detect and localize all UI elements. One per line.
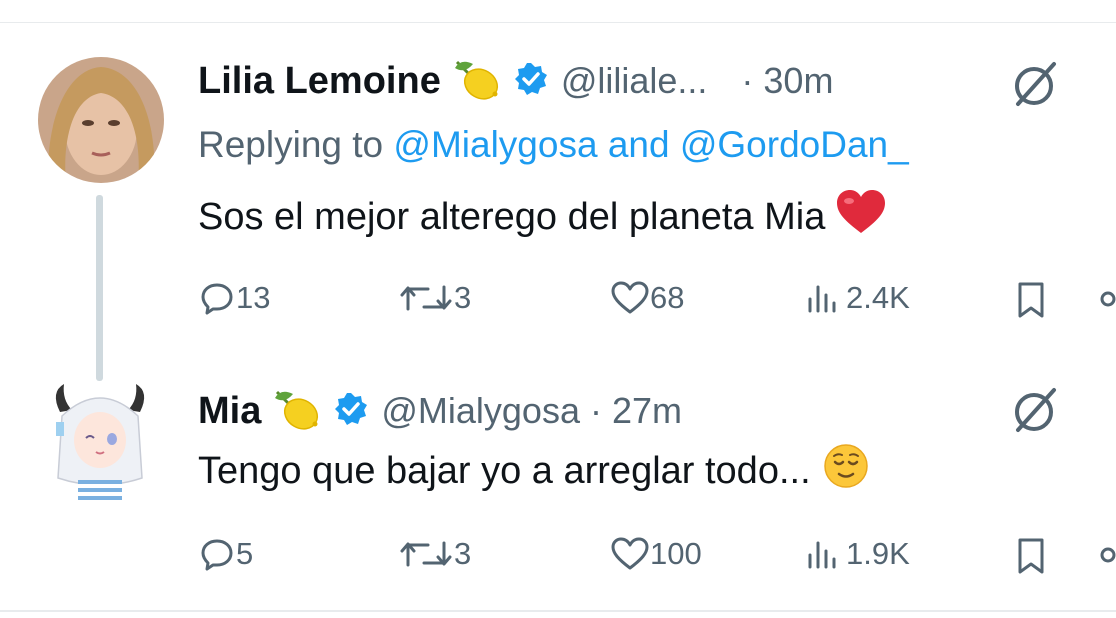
repost-icon [398, 537, 454, 571]
relieved-face-emoji-icon [823, 443, 869, 499]
author-name[interactable]: Lilia Lemoine [198, 60, 441, 103]
grok-icon[interactable] [1010, 58, 1062, 115]
reply-icon [200, 281, 234, 315]
replying-to-label: Replying to [198, 124, 384, 165]
timestamp[interactable]: · 27m [590, 390, 682, 432]
views-button[interactable]: 1.9K [806, 536, 910, 572]
tweet-body: Sos el mejor alterego del planeta Mia [198, 195, 826, 238]
bookmark-icon [1014, 280, 1048, 320]
share-icon [1094, 540, 1116, 570]
replying-to: Replying to @Mialygosa and @GordoDan_ [198, 122, 909, 168]
avatar[interactable] [38, 57, 164, 183]
reply-count: 5 [236, 536, 254, 571]
timestamp[interactable]: · 30m [741, 60, 833, 102]
author-handle[interactable]: @Mialygosa [381, 390, 580, 432]
views-button[interactable]: 2.4K [806, 280, 910, 316]
like-count: 100 [650, 536, 702, 571]
author-handle[interactable]: @liliale... [561, 60, 708, 102]
repost-count: 3 [454, 536, 472, 571]
bookmark-icon [1014, 536, 1048, 576]
share-icon [1094, 284, 1116, 314]
bottom-divider [0, 610, 1116, 612]
reply-button[interactable]: 5 [200, 536, 253, 572]
verified-badge-icon [333, 391, 369, 432]
view-count: 1.9K [846, 536, 910, 571]
tweet-body: Tengo que bajar yo a arreglar todo... [198, 449, 811, 492]
repost-button[interactable]: 3 [398, 536, 471, 572]
reply-button[interactable]: 13 [200, 280, 270, 316]
mention-link[interactable]: @GordoDan_ [680, 124, 909, 166]
lemon-emoji-icon [451, 54, 501, 109]
like-count: 68 [650, 280, 685, 315]
replying-and: and [607, 124, 670, 165]
tweet-header: Mia @Mialygosa · 27m [198, 386, 682, 436]
reply-icon [200, 537, 234, 571]
share-button[interactable] [1094, 284, 1116, 314]
top-divider [0, 22, 1116, 23]
tweet-text: Sos el mejor alterego del planeta Mia [198, 189, 887, 245]
view-count: 2.4K [846, 280, 910, 315]
verified-badge-icon [513, 61, 549, 102]
heart-emoji-icon [835, 189, 887, 245]
avatar[interactable] [42, 382, 158, 508]
mention-link[interactable]: @Mialygosa [393, 124, 597, 166]
repost-count: 3 [454, 280, 472, 315]
grok-icon[interactable] [1010, 384, 1062, 441]
like-button[interactable]: 68 [610, 280, 684, 316]
analytics-icon [806, 281, 846, 315]
thread-connector [96, 195, 103, 381]
repost-button[interactable]: 3 [398, 280, 471, 316]
tweet-text: Tengo que bajar yo a arreglar todo... [198, 443, 869, 499]
heart-icon [610, 537, 650, 571]
author-name[interactable]: Mia [198, 390, 261, 433]
bookmark-button[interactable] [1014, 280, 1048, 320]
repost-icon [398, 281, 454, 315]
analytics-icon [806, 537, 846, 571]
bookmark-button[interactable] [1014, 536, 1048, 576]
share-button[interactable] [1094, 540, 1116, 570]
reply-count: 13 [236, 280, 271, 315]
like-button[interactable]: 100 [610, 536, 702, 572]
heart-icon [610, 281, 650, 315]
tweet-header: Lilia Lemoine @liliale... · 30m [198, 56, 833, 106]
lemon-emoji-icon [271, 384, 321, 439]
